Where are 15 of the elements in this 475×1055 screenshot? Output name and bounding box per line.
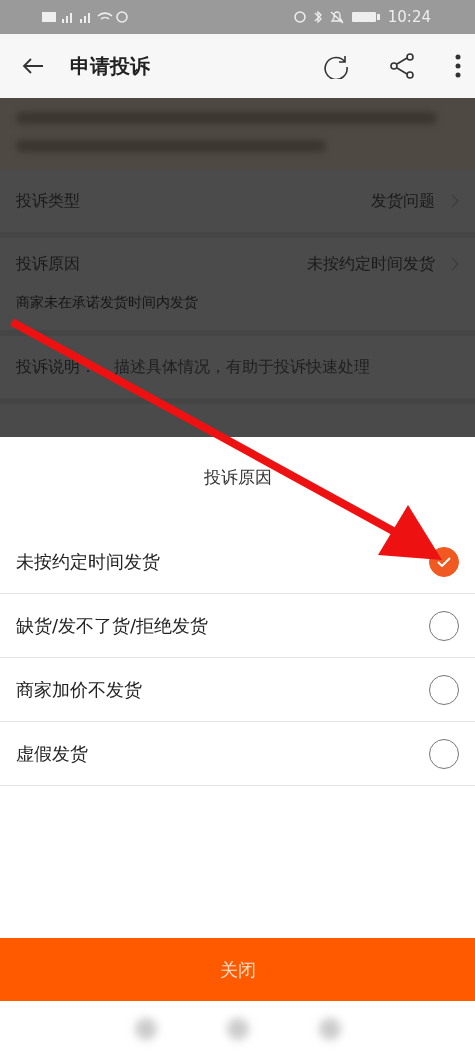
bluetooth-icon (313, 11, 322, 23)
share-icon[interactable] (389, 53, 415, 79)
more-icon[interactable] (455, 54, 461, 78)
option-label[interactable]: 虚假发货 (16, 740, 88, 767)
back-icon[interactable] (22, 57, 44, 75)
option-label[interactable]: 缺货/发不了货/拒绝发货 (16, 612, 209, 639)
check-icon (437, 556, 451, 567)
mute-icon (329, 10, 344, 24)
refresh-icon[interactable] (323, 53, 349, 79)
option-label[interactable]: 商家加价不发货 (16, 676, 142, 703)
sheet-title: 投诉原因 (203, 467, 272, 487)
page-title: 申请投诉 (70, 53, 150, 80)
status-time: 10:24 (387, 6, 431, 28)
battery-icon (351, 12, 380, 22)
option-label[interactable]: 未按约定时间发货 (16, 548, 160, 575)
